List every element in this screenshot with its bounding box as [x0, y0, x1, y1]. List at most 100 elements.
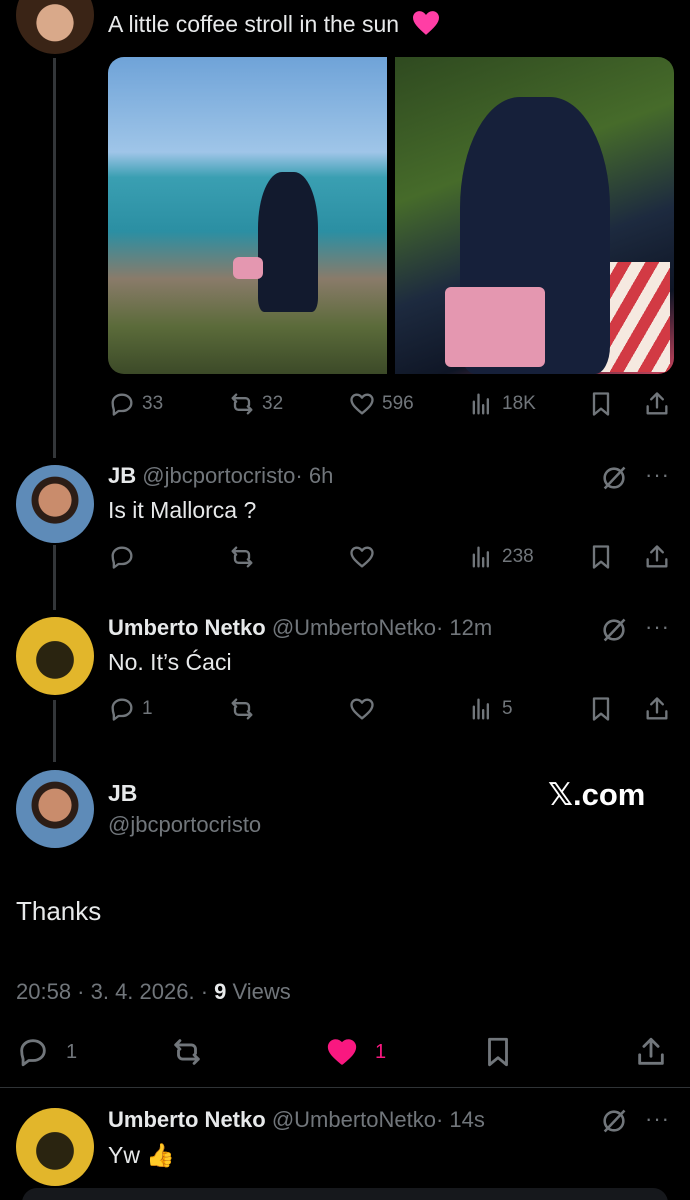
heart-icon — [350, 698, 374, 720]
bookmark-icon — [592, 697, 610, 721]
bookmark-button[interactable] — [587, 384, 615, 424]
repost-icon — [231, 698, 253, 720]
share-button[interactable] — [634, 1030, 668, 1074]
reply-count: 1 — [66, 1040, 78, 1063]
author-name[interactable]: JB — [108, 463, 136, 488]
author-name[interactable]: JB — [108, 780, 137, 807]
share-button[interactable] — [643, 384, 671, 424]
views-count: 18K — [502, 393, 536, 414]
views-count: 238 — [502, 546, 534, 567]
repost-button[interactable]: 32 — [228, 384, 283, 424]
post-image-portrait[interactable] — [395, 57, 674, 374]
reply-button[interactable]: 1 — [108, 689, 153, 729]
grok-button[interactable] — [600, 1107, 628, 1135]
author-handle[interactable]: @jbcportocristo — [142, 463, 295, 488]
views-label: Views — [226, 979, 291, 1004]
bookmark-icon — [592, 392, 610, 416]
grok-icon — [603, 466, 626, 490]
avatar[interactable] — [16, 1108, 94, 1186]
author-handle[interactable]: @UmbertoNetko — [272, 615, 436, 640]
like-button[interactable]: 1 — [325, 1030, 386, 1074]
grok-button[interactable] — [600, 616, 628, 644]
views-count: 5 — [502, 698, 513, 719]
avatar[interactable] — [16, 617, 94, 695]
post-time: · 14s — [435, 1107, 485, 1132]
post-meta: 20:58 · 3. 4. 2026. · 9 Views — [16, 979, 291, 1005]
divider — [0, 1087, 690, 1088]
like-button[interactable] — [348, 689, 376, 729]
watermark: 𝕏.com — [548, 777, 646, 812]
repost-button[interactable] — [228, 537, 256, 577]
reply-actions: 238 — [0, 537, 690, 577]
reply-button[interactable] — [108, 537, 142, 577]
share-icon — [646, 545, 668, 568]
author-handle[interactable]: @UmbertoNetko — [272, 1107, 436, 1132]
like-button[interactable] — [348, 537, 376, 577]
grok-icon — [603, 1109, 626, 1133]
reply-button[interactable]: 1 — [16, 1030, 77, 1074]
heart-icon — [350, 393, 374, 415]
like-button[interactable]: 596 — [348, 384, 414, 424]
reply-icon — [111, 698, 133, 721]
reply-header: JB @jbcportocristo· 6h — [108, 463, 333, 489]
author-name[interactable]: Umberto Netko — [108, 1107, 266, 1132]
views-icon — [472, 698, 489, 720]
share-icon — [638, 1037, 664, 1065]
reply-text: Yw 👍 — [108, 1142, 175, 1168]
post-actions: 33 32 596 18K — [0, 384, 690, 424]
reply-count: 1 — [142, 698, 153, 719]
reply-text: No. It’s Ćaci — [108, 649, 232, 675]
views-icon — [472, 393, 489, 415]
reply-icon — [111, 393, 133, 416]
bookmark-button[interactable] — [587, 689, 615, 729]
repost-icon — [174, 1039, 200, 1065]
bookmark-icon — [488, 1037, 508, 1067]
like-count: 1 — [375, 1040, 387, 1063]
post-time: · 12m — [435, 615, 493, 640]
reply-compose-bar[interactable] — [22, 1188, 668, 1200]
reply-button[interactable]: 33 — [108, 384, 163, 424]
reply-header: Umberto Netko @UmbertoNetko· 14s — [108, 1107, 485, 1133]
views-button[interactable]: 18K — [468, 384, 536, 424]
share-button[interactable] — [643, 689, 671, 729]
more-options-button[interactable]: ··· — [645, 1108, 670, 1130]
repost-icon — [231, 393, 253, 415]
bookmark-button[interactable] — [587, 537, 615, 577]
like-count: 596 — [382, 393, 414, 414]
views-button[interactable]: 5 — [468, 689, 513, 729]
author-name[interactable]: Umberto Netko — [108, 615, 266, 640]
grok-icon — [603, 618, 626, 642]
repost-button[interactable] — [228, 689, 256, 729]
reply-count: 33 — [142, 393, 164, 414]
more-options-button[interactable]: ··· — [645, 464, 670, 486]
share-icon — [646, 697, 668, 720]
heart-icon — [350, 546, 374, 568]
avatar[interactable] — [16, 0, 94, 54]
avatar[interactable] — [16, 465, 94, 543]
reply-icon — [20, 1039, 46, 1067]
avatar[interactable] — [16, 770, 94, 848]
post-time: · 6h — [295, 463, 334, 488]
author-handle[interactable]: @jbcportocristo — [108, 812, 261, 838]
bookmark-icon — [592, 545, 610, 569]
repost-button[interactable] — [170, 1030, 204, 1074]
reply-actions: 1 5 — [0, 689, 690, 729]
heart-filled-icon — [327, 1039, 357, 1065]
bookmark-button[interactable] — [481, 1030, 515, 1074]
grok-button[interactable] — [600, 464, 628, 492]
reply-icon — [111, 546, 133, 569]
views-icon — [472, 546, 489, 568]
repost-count: 32 — [262, 393, 284, 414]
views-button[interactable]: 238 — [468, 537, 534, 577]
post-text: Thanks — [16, 896, 102, 926]
reply-text: Is it Mallorca ? — [108, 497, 257, 523]
post-image-seaside[interactable] — [108, 57, 387, 374]
post-text: A little coffee stroll in the sun — [108, 10, 441, 38]
pink-heart-icon — [413, 11, 440, 35]
reply-header: Umberto Netko @UmbertoNetko· 12m — [108, 615, 492, 641]
views-count: 9 — [214, 979, 227, 1004]
more-options-button[interactable]: ··· — [645, 616, 670, 638]
share-button[interactable] — [643, 537, 671, 577]
repost-icon — [231, 546, 253, 568]
share-icon — [646, 392, 668, 415]
